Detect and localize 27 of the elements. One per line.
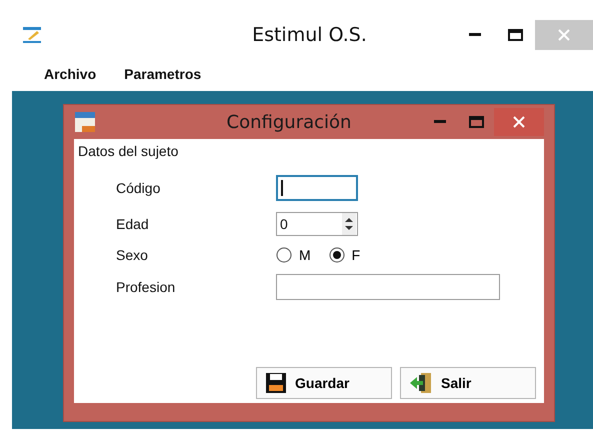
spin-arrows-icon bbox=[344, 215, 354, 233]
maximize-icon bbox=[508, 28, 522, 40]
field-label: Profesion bbox=[116, 279, 176, 295]
window-title: Estimul O.S. bbox=[251, 24, 368, 46]
exit-button[interactable]: Salir bbox=[400, 367, 536, 399]
menu-item[interactable]: Parametros bbox=[124, 65, 202, 83]
app-icon bbox=[22, 24, 44, 44]
maximize-icon bbox=[468, 116, 484, 128]
text-field[interactable] bbox=[276, 274, 500, 300]
menu-item[interactable]: Archivo bbox=[44, 65, 96, 83]
exit-door-icon bbox=[409, 372, 433, 394]
minimize-icon bbox=[469, 32, 481, 36]
save-button[interactable]: Guardar bbox=[256, 367, 392, 399]
dialog-title: Configuración bbox=[226, 112, 352, 132]
radio-option[interactable]: M bbox=[276, 247, 311, 263]
text-field[interactable] bbox=[276, 175, 358, 201]
radio-option[interactable]: F bbox=[328, 247, 360, 263]
field-label: Edad bbox=[116, 216, 150, 232]
close-icon bbox=[558, 28, 570, 40]
minimize-icon bbox=[434, 120, 446, 124]
close-icon bbox=[513, 116, 525, 128]
window-icon bbox=[74, 111, 96, 133]
group-label: Datos del sujeto bbox=[78, 143, 180, 159]
field-label: Sexo bbox=[116, 247, 149, 263]
close-button[interactable] bbox=[494, 108, 544, 136]
field-label: Código bbox=[116, 180, 162, 196]
number-spinner[interactable]: 0 bbox=[276, 212, 358, 236]
